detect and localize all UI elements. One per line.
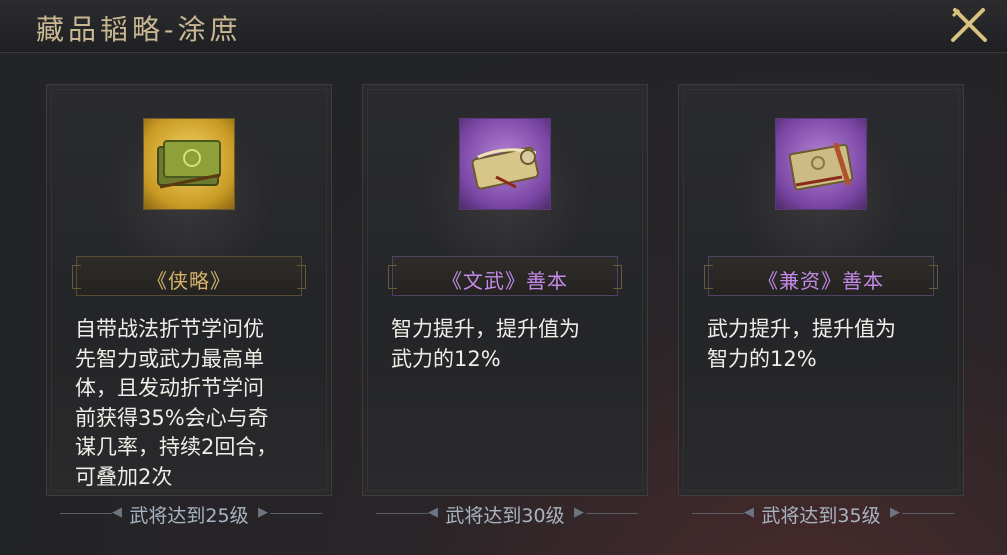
gold-book-icon[interactable] <box>143 118 235 210</box>
item-description: 智力提升，提升值为 武力的12% <box>391 315 629 374</box>
page-title: 藏品韬略-涂庶 <box>36 13 242 46</box>
item-name-banner: 《文武》善本 <box>388 256 622 296</box>
description-line: 前获得35%会心与奇 <box>75 405 269 430</box>
description-line: 先智力或武力最高单 <box>75 346 264 371</box>
description-line: 武力的12% <box>391 346 501 371</box>
close-icon[interactable] <box>949 6 989 46</box>
item-name: 《侠略》 <box>147 269 231 293</box>
collection-card-1: 《侠略》 自带战法折节学问优 先智力或武力最高单 体，且发动折节学问 前获得35… <box>46 84 332 496</box>
item-name-banner: 《侠略》 <box>72 256 306 296</box>
chevron-right-icon: ▶ <box>258 505 268 520</box>
requirement-label: ◀ 武将达到30级 ▶ <box>362 500 648 527</box>
collection-card-3: 《兼资》善本 武力提升，提升值为 智力的12% <box>678 84 964 496</box>
description-line: 智力的12% <box>707 346 817 371</box>
description-line: 体，且发动折节学问 <box>75 376 264 400</box>
item-name-banner: 《兼资》善本 <box>704 256 938 296</box>
description-line: 武力提升，提升值为 <box>707 317 896 341</box>
description-line: 谋几率，持续2回合， <box>75 435 278 459</box>
requirement-text: 武将达到35级 <box>761 505 881 527</box>
item-description: 武力提升，提升值为 智力的12% <box>707 315 945 374</box>
header-bar: 藏品韬略-涂庶 <box>0 0 1007 53</box>
item-description: 自带战法折节学问优 先智力或武力最高单 体，且发动折节学问 前获得35%会心与奇… <box>75 315 313 492</box>
description-line: 自带战法折节学问优 <box>75 317 264 341</box>
item-name: 《兼资》善本 <box>758 269 884 293</box>
chevron-right-icon: ▶ <box>574 505 584 520</box>
requirement-text: 武将达到25级 <box>129 505 249 527</box>
chevron-right-icon: ▶ <box>890 505 900 520</box>
description-line: 可叠加2次 <box>75 464 173 489</box>
collection-card-2: 《文武》善本 智力提升，提升值为 武力的12% <box>362 84 648 496</box>
scroll-book-icon[interactable] <box>775 118 867 210</box>
requirement-text: 武将达到30级 <box>445 505 565 527</box>
requirement-label: ◀ 武将达到35级 ▶ <box>678 500 964 527</box>
requirement-label: ◀ 武将达到25级 ▶ <box>46 500 332 527</box>
scroll-book-icon[interactable] <box>459 118 551 210</box>
description-line: 智力提升，提升值为 <box>391 317 580 341</box>
item-name: 《文武》善本 <box>442 269 568 293</box>
